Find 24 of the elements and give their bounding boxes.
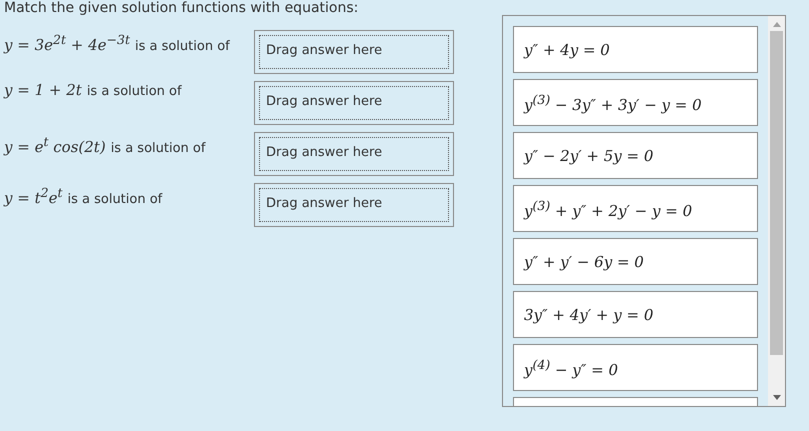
drop-zone[interactable]: Drag answer here	[254, 183, 454, 227]
answer-card[interactable]: y$^{(3)}$ − 3y″ + 3y′ − y = 0	[513, 79, 758, 126]
answer-card[interactable]: 3y″ + 4y′ + y = 0	[513, 291, 758, 338]
drop-zone[interactable]: Drag answer here	[254, 81, 454, 125]
math-expression: y = e$^{t}$ cos(2t)	[4, 138, 106, 156]
prompt-text: is a solution of	[134, 39, 230, 54]
scrollbar[interactable]	[768, 16, 785, 406]
answer-card[interactable]: y$^{(4)}$ − y″ = 0	[513, 344, 758, 391]
answer-card[interactable]: y″ − 2y′ + 5y = 0	[513, 132, 758, 179]
prompt-text: is a solution of	[86, 84, 182, 99]
answer-card[interactable]: y″ + 4y = 0	[513, 26, 758, 73]
instruction-text: Match the given solution functions with equations:	[4, 0, 360, 16]
math-expression: y = 1 + 2t	[4, 81, 82, 99]
prompt-text: is a solution of	[67, 192, 162, 207]
answer-card[interactable]: y$^{(3)}$ + y″ + 2y′ − y = 0	[513, 185, 758, 232]
scroll-down-icon[interactable]	[772, 395, 780, 400]
math-expression: y = 3e$^{2t}$ + 4e$^{−3t}$	[4, 36, 130, 54]
prompt-text: is a solution of	[110, 141, 206, 156]
answer-card[interactable]: y″ + y′ − 6y = 0	[513, 238, 758, 285]
drop-zone[interactable]: Drag answer here	[254, 132, 454, 176]
math-expression: y = t$^{2}$e$^{t}$	[4, 189, 62, 207]
scroll-up-icon[interactable]	[772, 22, 780, 27]
scrollbar-thumb[interactable]	[770, 31, 783, 355]
drop-zone[interactable]: Drag answer here	[254, 30, 454, 74]
